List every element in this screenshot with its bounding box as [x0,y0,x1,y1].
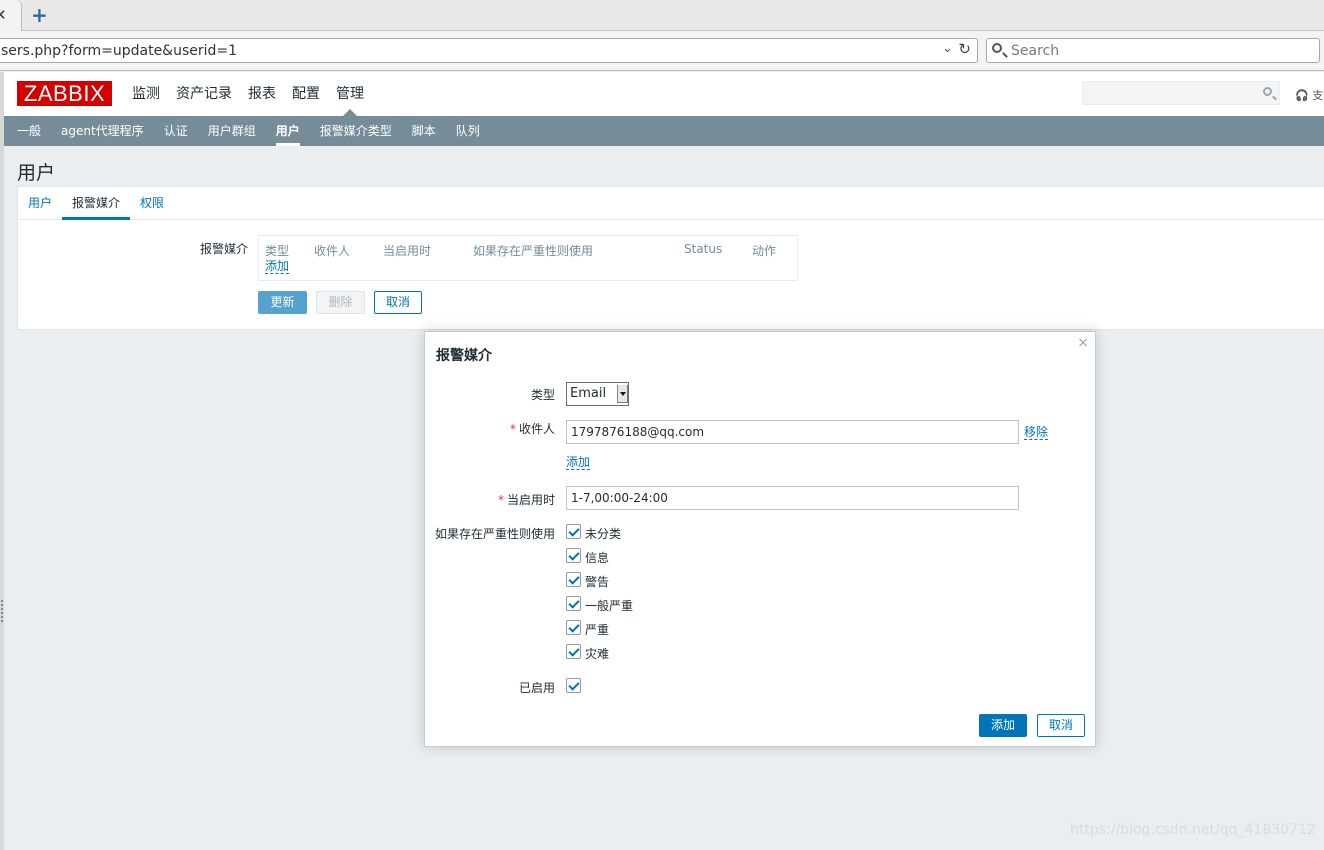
main-menu-administration[interactable]: 管理 [336,85,364,116]
media-add-link[interactable]: 添加 [265,260,290,274]
sub-menu: 一般 agent代理程序 认证 用户群组 用户 报警媒介类型 脚本 队列 [4,116,1324,146]
severity-disaster-checkbox[interactable] [566,644,581,659]
sendto-input[interactable]: 1797876188@qq.com [566,420,1019,444]
when-active-label: * 当启用时 [498,491,555,508]
submenu-queue[interactable]: 队列 [456,116,480,146]
type-select-value: Email [570,386,607,401]
dialog-cancel-button[interactable]: 取消 [1037,714,1085,737]
media-col-when-active: 当启用时 [383,244,432,258]
browser-tab[interactable]: ✕ [0,0,22,31]
submenu-users[interactable]: 用户 [275,116,300,146]
user-form-panel: 用户 报警媒介 权限 报警媒介 类型 收件人 当启用时 如果存在严重性则使用 S… [17,186,1324,330]
submenu-proxies[interactable]: agent代理程序 [61,116,144,146]
tab-media[interactable]: 报警媒介 [62,187,131,220]
dialog-title: 报警媒介 [436,348,492,364]
browser-tabbar: ✕ + [0,0,1324,31]
browser-search-input[interactable]: Search [986,38,1320,63]
severity-warning-checkbox[interactable] [566,572,581,587]
media-table: 类型 收件人 当启用时 如果存在严重性则使用 Status 动作 添加 [258,235,798,281]
type-select[interactable]: Email [566,382,629,406]
delete-button: 删除 [316,291,365,314]
add-sendto-link[interactable]: 添加 [566,456,591,470]
main-menu-reports[interactable]: 报表 [248,85,276,103]
drag-handle-icon[interactable] [1,600,3,622]
when-active-label-text: 当启用时 [506,493,555,507]
url-bar[interactable]: sers.php?form=update&userid=1 ⌄ ↻ [0,38,978,63]
required-icon: * [497,493,504,507]
main-menu-monitoring[interactable]: 监测 [132,85,160,103]
main-menu: 监测 资产记录 报表 配置 管理 [132,85,380,116]
submenu-authentication[interactable]: 认证 [164,116,188,146]
severity-not-classified-checkbox[interactable] [566,524,581,539]
sendto-label: * 收件人 [510,420,555,437]
media-col-sendto: 收件人 [314,244,351,258]
support-label: 支持 [1312,89,1324,102]
global-search-input[interactable] [1082,81,1280,105]
severity-information-checkbox[interactable] [566,548,581,563]
when-active-input[interactable]: 1-7,00:00-24:00 [566,486,1019,510]
submenu-general[interactable]: 一般 [17,116,41,146]
severity-average-label: 一般严重 [585,599,634,613]
media-field-label: 报警媒介 [200,242,249,256]
zabbix-logo[interactable]: ZABBIX [17,81,112,106]
search-icon [992,43,1002,53]
enabled-checkbox[interactable] [566,678,581,693]
severity-warning-label: 警告 [585,575,610,589]
enabled-label: 已启用 [518,681,555,695]
severity-average-checkbox[interactable] [566,596,581,611]
search-icon[interactable] [1263,87,1272,96]
close-tab-icon[interactable]: ✕ [0,6,7,24]
reload-icon[interactable]: ↻ [958,40,971,58]
media-col-severity: 如果存在严重性则使用 [473,244,594,258]
media-col-action: 动作 [752,244,777,258]
close-icon[interactable]: × [1077,335,1089,351]
page-title: 用户 [17,162,56,184]
severity-label: 如果存在严重性则使用 [434,527,555,541]
type-label: 类型 [530,388,555,402]
required-icon: * [509,422,516,436]
main-menu-inventory[interactable]: 资产记录 [176,85,232,103]
url-dropdown-icon[interactable]: ⌄ [942,41,953,56]
sendto-label-text: 收件人 [518,422,555,436]
user-tabs: 用户 报警媒介 权限 [18,187,1324,220]
media-col-status: Status [684,242,723,256]
submenu-scripts[interactable]: 脚本 [412,116,436,146]
tab-user[interactable]: 用户 [18,187,62,219]
severity-information-label: 信息 [585,551,610,565]
remove-link[interactable]: 移除 [1024,426,1049,440]
url-text[interactable]: sers.php?form=update&userid=1 [1,43,237,59]
severity-disaster-label: 灾难 [585,647,610,661]
severity-not-classified-label: 未分类 [585,527,622,541]
watermark: https://blog.csdn.net/qq_41830712 [1070,822,1316,838]
severity-high-label: 严重 [585,623,610,637]
new-tab-icon[interactable]: + [31,4,48,26]
update-button[interactable]: 更新 [258,291,307,314]
support-link[interactable]: 🎧 支持 [1295,87,1324,103]
add-button[interactable]: 添加 [979,714,1027,737]
sidebar-resize-strip [0,72,4,850]
browser-navbar: sers.php?form=update&userid=1 ⌄ ↻ Search [0,31,1324,71]
tab-permissions[interactable]: 权限 [130,187,174,219]
submenu-user-groups[interactable]: 用户群组 [208,116,256,146]
chevron-down-icon[interactable] [617,385,628,403]
cancel-button[interactable]: 取消 [374,291,422,314]
main-menu-configuration[interactable]: 配置 [292,85,320,103]
zabbix-header: ZABBIX 监测 资产记录 报表 配置 管理 🎧 支持 [4,72,1324,116]
search-placeholder: Search [1011,43,1060,59]
media-dialog: 报警媒介 × 类型 Email * 收件人 1797876188@qq.com 移… [424,331,1096,747]
media-col-type: 类型 [265,244,290,258]
severity-high-checkbox[interactable] [566,620,581,635]
submenu-media-types[interactable]: 报警媒介类型 [320,116,392,146]
